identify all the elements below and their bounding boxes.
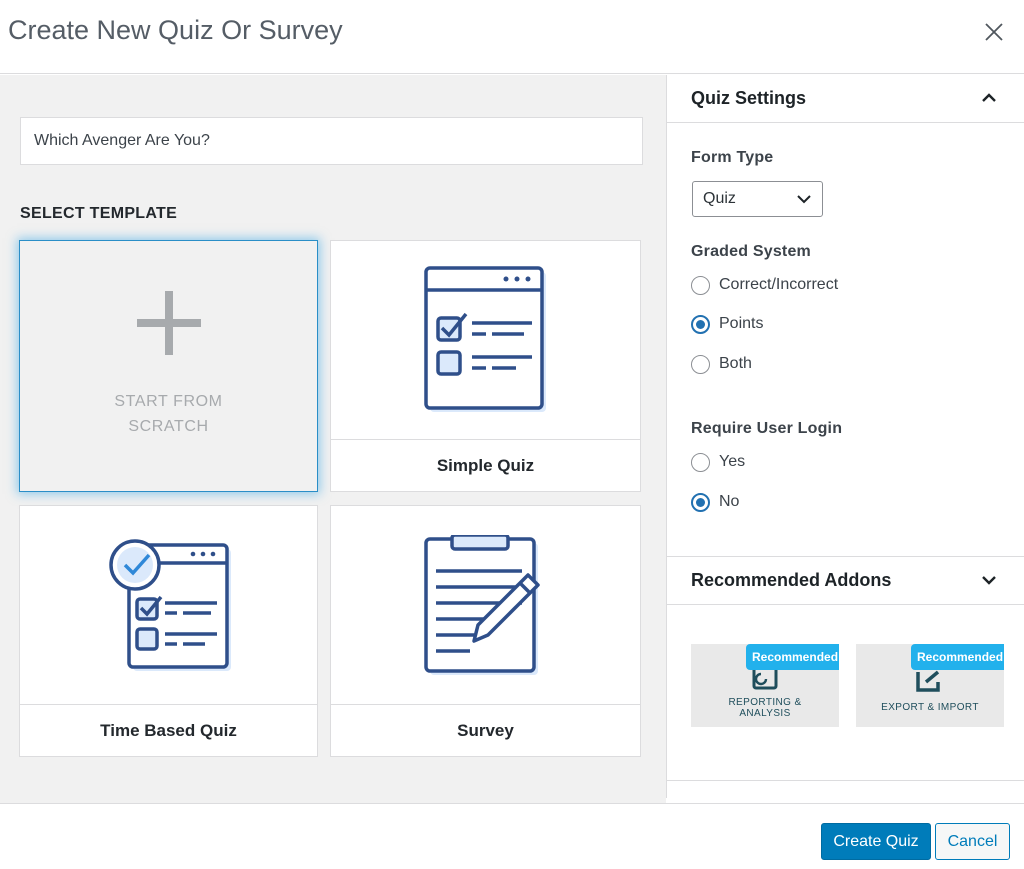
radio-circle — [691, 452, 710, 472]
export-icon — [916, 670, 940, 692]
chevron-up-icon — [982, 93, 996, 102]
radio-circle — [691, 275, 710, 295]
form-type-value: Quiz — [703, 190, 736, 207]
radio-circle-checked — [691, 314, 710, 334]
template-label: Time Based Quiz — [20, 704, 317, 756]
template-start-from-scratch[interactable]: START FROM SCRATCH — [19, 240, 318, 492]
graded-system-label: Graded System — [691, 243, 811, 260]
divider — [667, 780, 1024, 781]
graded-points-radio[interactable]: Points — [691, 313, 763, 335]
radio-circle-checked — [691, 492, 710, 512]
close-icon — [985, 23, 1003, 41]
template-label: Simple Quiz — [331, 439, 640, 491]
select-template-heading: SELECT TEMPLATE — [20, 205, 178, 222]
settings-pane: Quiz Settings Form Type Quiz Graded Syst… — [666, 75, 1024, 798]
radio-label: Yes — [719, 453, 746, 470]
quiz-settings-title: Quiz Settings — [691, 88, 807, 108]
template-simple-quiz[interactable]: Simple Quiz — [330, 240, 641, 492]
scratch-label: START FROM SCRATCH — [114, 393, 223, 435]
quiz-checklist-icon — [423, 266, 546, 412]
addon-name: REPORTING & ANALYSIS — [728, 697, 802, 719]
quiz-title-input[interactable] — [20, 117, 643, 165]
quiz-settings-header[interactable]: Quiz Settings — [667, 75, 1024, 123]
timed-quiz-icon — [108, 539, 231, 671]
dialog-footer: Create Quiz Cancel — [0, 803, 1024, 869]
graded-both-radio[interactable]: Both — [691, 353, 752, 375]
chevron-down-icon — [982, 576, 996, 585]
require-login-yes-radio[interactable]: Yes — [691, 451, 745, 473]
require-login-label: Require User Login — [691, 420, 843, 437]
radio-label: Both — [719, 355, 752, 372]
reporting-icon — [752, 668, 778, 690]
require-login-no-radio[interactable]: No — [691, 491, 739, 513]
template-time-based-quiz[interactable]: Time Based Quiz — [19, 505, 318, 757]
radio-circle — [691, 354, 710, 374]
recommended-badge: Recommended — [911, 644, 1004, 670]
form-type-select[interactable]: Quiz — [692, 181, 823, 217]
form-type-label: Form Type — [691, 149, 774, 166]
addon-name: EXPORT & IMPORT — [881, 702, 979, 713]
radio-label: Points — [719, 315, 764, 332]
survey-clipboard-icon — [423, 535, 540, 675]
recommended-addons-header[interactable]: Recommended Addons — [667, 557, 1024, 605]
close-button[interactable] — [978, 16, 1010, 48]
cancel-button[interactable]: Cancel — [935, 823, 1010, 860]
addon-export-import[interactable]: Recommended EXPORT & IMPORT — [856, 644, 1004, 727]
template-label: Survey — [331, 704, 640, 756]
recommended-addons-title: Recommended Addons — [691, 570, 892, 590]
template-pane: SELECT TEMPLATE START FROM SCRATCH — [0, 75, 666, 803]
radio-label: No — [719, 493, 740, 510]
radio-label: Correct/Incorrect — [719, 276, 839, 293]
template-survey[interactable]: Survey — [330, 505, 641, 757]
graded-correct-incorrect-radio[interactable]: Correct/Incorrect — [691, 274, 838, 296]
dialog-title: Create New Quiz Or Survey — [8, 15, 343, 45]
chevron-down-icon — [797, 195, 811, 204]
addon-reporting-analysis[interactable]: Recommended REPORTING & ANALYSIS — [691, 644, 839, 727]
create-quiz-button[interactable]: Create Quiz — [821, 823, 931, 860]
recommended-badge: Recommended — [746, 644, 839, 670]
dialog-header: Create New Quiz Or Survey — [0, 0, 1024, 74]
plus-icon — [137, 291, 201, 355]
